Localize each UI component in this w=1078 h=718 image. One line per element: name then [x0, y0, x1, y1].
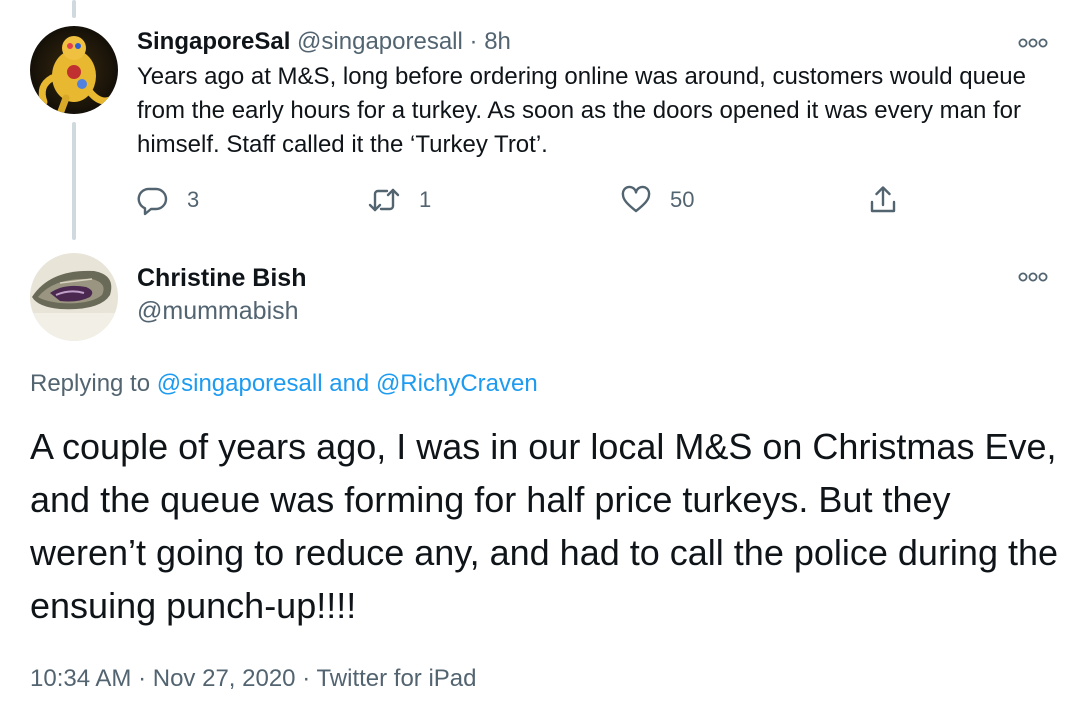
replying-to: Replying to @singaporesall and @RichyCra…	[30, 367, 538, 401]
retweet-count: 1	[419, 187, 432, 212]
tweet-date[interactable]: Nov 27, 2020	[153, 665, 296, 692]
tweet-source[interactable]: Twitter for iPad	[316, 665, 476, 692]
meta-separator: ·	[138, 665, 147, 692]
reply-tweet-header: SingaporeSal @singaporesall · 8h	[137, 26, 1037, 58]
reply-icon	[137, 184, 169, 216]
tweet-meta: 10:34 AM · Nov 27, 2020 · Twitter for iP…	[30, 662, 477, 696]
meta-separator: ·	[302, 665, 311, 692]
reply-timestamp[interactable]: 8h	[484, 28, 511, 55]
share-button[interactable]	[867, 182, 899, 218]
replying-and[interactable]: and	[329, 370, 369, 397]
like-count: 50	[670, 187, 695, 212]
reply-tweet[interactable]: SingaporeSal @singaporesall · 8h Years a…	[137, 26, 1037, 162]
reply-tweet-text: Years ago at M&S, long before ordering o…	[137, 63, 1026, 158]
main-author-handle[interactable]: @mummabish	[137, 294, 306, 328]
like-button[interactable]: 50	[620, 182, 694, 218]
main-author-name[interactable]: Christine Bish	[137, 262, 306, 294]
reply-tweet-actions: 3 1 50	[137, 182, 917, 218]
thread-connector-top	[72, 0, 76, 18]
reply-author-name[interactable]: SingaporeSal	[137, 28, 290, 55]
more-icon[interactable]	[1015, 270, 1051, 284]
main-tweet-text: A couple of years ago, I was in our loca…	[30, 426, 1059, 626]
retweet-button[interactable]: 1	[367, 182, 431, 218]
mention-link-richycraven[interactable]: @RichyCraven	[376, 370, 538, 397]
avatar-christine-bish[interactable]	[30, 253, 118, 341]
reply-count: 3	[187, 187, 200, 212]
reply-author-handle[interactable]: @singaporesall	[297, 28, 463, 55]
replying-prefix: Replying to	[30, 370, 151, 397]
mention-link-singaporesall[interactable]: @singaporesall	[157, 370, 323, 397]
reply-button[interactable]: 3	[137, 182, 199, 218]
main-tweet-author[interactable]: Christine Bish @mummabish	[137, 262, 306, 328]
retweet-icon	[367, 184, 401, 216]
tweet-thread: SingaporeSal @singaporesall · 8h Years a…	[0, 0, 1078, 718]
tweet-time[interactable]: 10:34 AM	[30, 665, 131, 692]
thread-connector	[72, 122, 76, 240]
like-icon	[620, 184, 652, 216]
avatar-singaporesal[interactable]	[30, 26, 118, 114]
header-separator: ·	[469, 28, 478, 55]
more-icon[interactable]	[1015, 36, 1051, 50]
share-icon	[867, 184, 899, 216]
